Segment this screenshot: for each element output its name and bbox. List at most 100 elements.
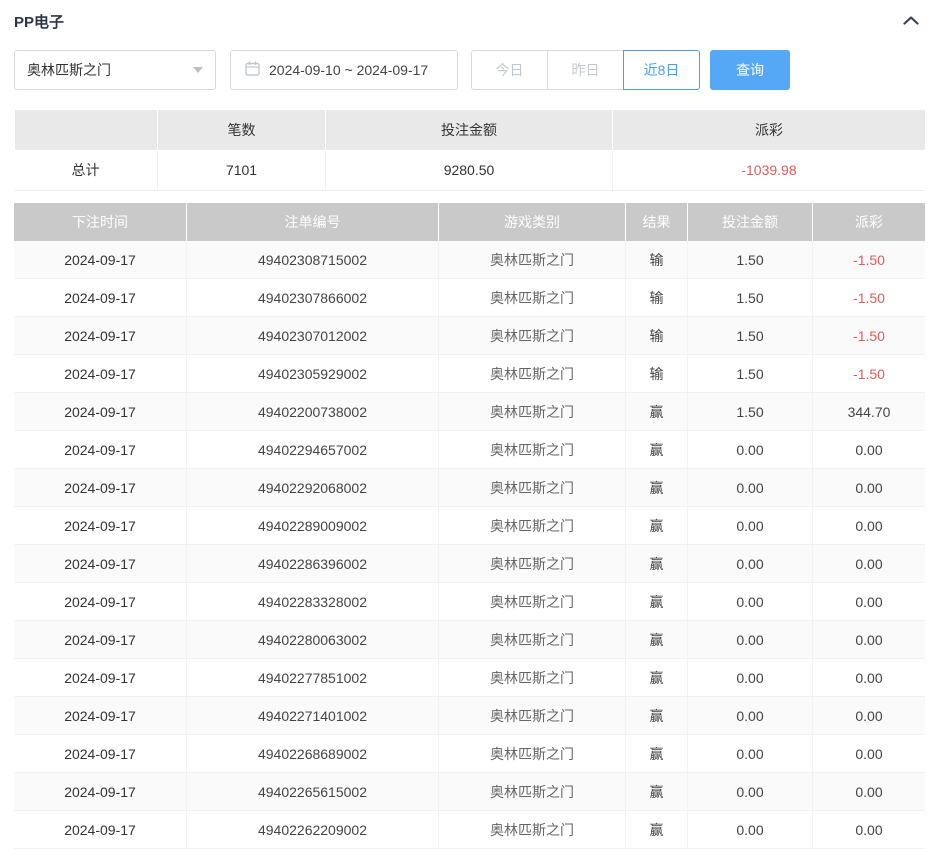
cell-game-type: 奥林匹斯之门 (438, 697, 625, 734)
cell-payout: 0.00 (812, 583, 925, 620)
cell-game-type: 奥林匹斯之门 (438, 393, 625, 430)
cell-result: 赢 (625, 697, 687, 734)
header-payout: 派彩 (812, 203, 925, 241)
records-table: 下注时间 注单编号 游戏类别 结果 投注金额 派彩 2024-09-174940… (14, 203, 925, 849)
cell-bet-amount: 1.50 (687, 355, 812, 392)
cell-bet-amount: 0.00 (687, 811, 812, 848)
cell-bet-time: 2024-09-17 (14, 583, 186, 620)
cell-result: 输 (625, 279, 687, 316)
last-8-days-button[interactable]: 近8日 (623, 50, 700, 90)
cell-order-no: 49402307012002 (186, 317, 438, 354)
cell-result: 输 (625, 241, 687, 278)
summary-table: 笔数 投注金额 派彩 总计 7101 9280.50 -1039.98 (14, 110, 925, 191)
cell-result: 赢 (625, 507, 687, 544)
header-bet-time: 下注时间 (14, 203, 186, 241)
cell-payout: 0.00 (812, 735, 925, 772)
table-body: 2024-09-1749402308715002奥林匹斯之门输1.50-1.50… (14, 241, 925, 849)
cell-bet-time: 2024-09-17 (14, 317, 186, 354)
cell-result: 赢 (625, 583, 687, 620)
table-row: 2024-09-1749402200738002奥林匹斯之门赢1.50344.7… (14, 393, 925, 431)
cell-payout: -1.50 (812, 241, 925, 278)
collapse-button[interactable] (897, 8, 925, 34)
cell-bet-amount: 1.50 (687, 241, 812, 278)
cell-payout: 0.00 (812, 697, 925, 734)
table-row: 2024-09-1749402268689002奥林匹斯之门赢0.000.00 (14, 735, 925, 773)
cell-game-type: 奥林匹斯之门 (438, 659, 625, 696)
cell-payout: 0.00 (812, 773, 925, 810)
cell-order-no: 49402265615002 (186, 773, 438, 810)
cell-order-no: 49402305929002 (186, 355, 438, 392)
cell-result: 赢 (625, 735, 687, 772)
quick-range-group: 今日 昨日 近8日 (471, 50, 700, 90)
cell-payout: -1.50 (812, 355, 925, 392)
cell-game-type: 奥林匹斯之门 (438, 545, 625, 582)
query-button[interactable]: 查询 (710, 50, 790, 90)
chevron-up-icon (903, 12, 919, 30)
cell-bet-time: 2024-09-17 (14, 393, 186, 430)
cell-bet-amount: 0.00 (687, 431, 812, 468)
cell-payout: 0.00 (812, 659, 925, 696)
cell-bet-amount: 0.00 (687, 583, 812, 620)
cell-game-type: 奥林匹斯之门 (438, 811, 625, 848)
table-row: 2024-09-1749402294657002奥林匹斯之门赢0.000.00 (14, 431, 925, 469)
cell-bet-amount: 0.00 (687, 507, 812, 544)
header-game-type: 游戏类别 (438, 203, 625, 241)
date-range-picker[interactable]: 2024-09-10 ~ 2024-09-17 (230, 50, 458, 90)
cell-bet-time: 2024-09-17 (14, 659, 186, 696)
cell-result: 输 (625, 317, 687, 354)
panel-header: PP电子 (14, 8, 925, 34)
cell-order-no: 49402262209002 (186, 811, 438, 848)
summary-total-row: 总计 7101 9280.50 -1039.98 (14, 150, 925, 190)
cell-bet-time: 2024-09-17 (14, 735, 186, 772)
table-header-row: 下注时间 注单编号 游戏类别 结果 投注金额 派彩 (14, 203, 925, 241)
cell-payout: -1.50 (812, 279, 925, 316)
cell-bet-time: 2024-09-17 (14, 507, 186, 544)
cell-order-no: 49402283328002 (186, 583, 438, 620)
cell-bet-amount: 0.00 (687, 621, 812, 658)
summary-header-count: 笔数 (157, 110, 325, 150)
summary-total-label: 总计 (14, 150, 157, 190)
cell-bet-amount: 0.00 (687, 469, 812, 506)
cell-bet-time: 2024-09-17 (14, 545, 186, 582)
cell-order-no: 49402292068002 (186, 469, 438, 506)
cell-bet-time: 2024-09-17 (14, 697, 186, 734)
calendar-icon (245, 61, 260, 79)
cell-bet-amount: 0.00 (687, 773, 812, 810)
cell-bet-time: 2024-09-17 (14, 355, 186, 392)
cell-order-no: 49402307866002 (186, 279, 438, 316)
cell-game-type: 奥林匹斯之门 (438, 279, 625, 316)
cell-result: 输 (625, 355, 687, 392)
date-range-value: 2024-09-10 ~ 2024-09-17 (269, 62, 428, 78)
table-row: 2024-09-1749402277851002奥林匹斯之门赢0.000.00 (14, 659, 925, 697)
cell-game-type: 奥林匹斯之门 (438, 621, 625, 658)
game-select[interactable]: 奥林匹斯之门 (14, 50, 216, 90)
chevron-down-icon (193, 67, 203, 73)
cell-result: 赢 (625, 545, 687, 582)
table-row: 2024-09-1749402286396002奥林匹斯之门赢0.000.00 (14, 545, 925, 583)
cell-order-no: 49402280063002 (186, 621, 438, 658)
cell-bet-amount: 0.00 (687, 659, 812, 696)
cell-order-no: 49402200738002 (186, 393, 438, 430)
cell-bet-time: 2024-09-17 (14, 431, 186, 468)
cell-order-no: 49402294657002 (186, 431, 438, 468)
cell-bet-amount: 1.50 (687, 317, 812, 354)
game-select-value: 奥林匹斯之门 (27, 60, 111, 80)
cell-payout: 0.00 (812, 507, 925, 544)
cell-bet-time: 2024-09-17 (14, 241, 186, 278)
cell-payout: 0.00 (812, 431, 925, 468)
cell-bet-time: 2024-09-17 (14, 773, 186, 810)
cell-result: 赢 (625, 811, 687, 848)
header-bet-amount: 投注金额 (687, 203, 812, 241)
cell-payout: 0.00 (812, 811, 925, 848)
table-row: 2024-09-1749402283328002奥林匹斯之门赢0.000.00 (14, 583, 925, 621)
summary-header-row: 笔数 投注金额 派彩 (14, 110, 925, 150)
cell-order-no: 49402277851002 (186, 659, 438, 696)
cell-payout: 344.70 (812, 393, 925, 430)
cell-game-type: 奥林匹斯之门 (438, 735, 625, 772)
cell-bet-amount: 0.00 (687, 697, 812, 734)
today-button[interactable]: 今日 (471, 50, 548, 90)
yesterday-button[interactable]: 昨日 (547, 50, 624, 90)
cell-game-type: 奥林匹斯之门 (438, 583, 625, 620)
cell-bet-time: 2024-09-17 (14, 279, 186, 316)
table-row: 2024-09-1749402307012002奥林匹斯之门输1.50-1.50 (14, 317, 925, 355)
